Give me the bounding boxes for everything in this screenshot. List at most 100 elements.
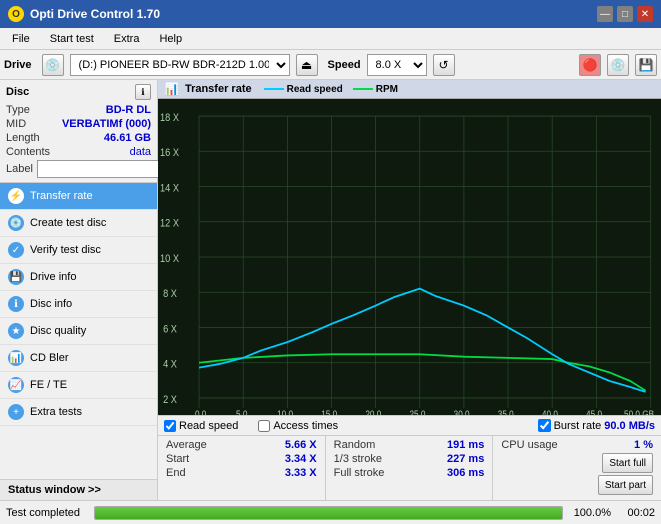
disc-header: Disc ℹ xyxy=(6,84,151,100)
status-text: Test completed xyxy=(6,507,86,519)
close-button[interactable]: ✕ xyxy=(637,6,653,22)
drive-icon-btn[interactable]: 💿 xyxy=(42,54,64,76)
progress-percent: 100.0% xyxy=(571,507,611,519)
refresh-button[interactable]: ↺ xyxy=(433,54,455,76)
read-speed-checkbox-label: Read speed xyxy=(179,420,238,432)
svg-text:12 X: 12 X xyxy=(160,218,179,230)
nav-icon-cd-bler: 📊 xyxy=(8,350,24,366)
stat-cpu-value: 1 % xyxy=(634,439,653,451)
progress-bar-container xyxy=(94,506,563,520)
read-speed-checkbox[interactable] xyxy=(164,420,176,432)
access-times-checkbox-label: Access times xyxy=(273,420,338,432)
stats-col-1: Average 5.66 X Start 3.34 X End 3.33 X xyxy=(158,436,326,500)
title-bar-text: Opti Drive Control 1.70 xyxy=(30,7,160,21)
nav-icon-disc-info: ℹ xyxy=(8,296,24,312)
disc-contents-value: data xyxy=(130,146,151,158)
red-btn[interactable]: 🔴 xyxy=(579,54,601,76)
nav-item-extra-tests[interactable]: + Extra tests xyxy=(0,399,157,426)
nav-item-fe-te[interactable]: 📈 FE / TE xyxy=(0,372,157,399)
nav-label-disc-info: Disc info xyxy=(30,298,72,310)
nav-label-fe-te: FE / TE xyxy=(30,379,67,391)
svg-text:40.0: 40.0 xyxy=(542,409,558,415)
nav-item-disc-info[interactable]: ℹ Disc info xyxy=(0,291,157,318)
maximize-button[interactable]: □ xyxy=(617,6,633,22)
nav-icon-create: 💿 xyxy=(8,215,24,231)
access-times-checkbox[interactable] xyxy=(258,420,270,432)
svg-text:10.0: 10.0 xyxy=(277,409,293,415)
legend-rpm: RPM xyxy=(353,84,398,95)
minimize-button[interactable]: — xyxy=(597,6,613,22)
stat-average-key: Average xyxy=(166,439,207,451)
svg-text:35.0: 35.0 xyxy=(498,409,514,415)
speed-select[interactable]: 8.0 X xyxy=(367,54,427,76)
burst-rate-value: 90.0 MB/s xyxy=(604,420,655,432)
svg-text:8 X: 8 X xyxy=(163,288,177,300)
stats-area: Read speed Access times Burst rate 90.0 … xyxy=(158,415,661,500)
drive-select[interactable]: (D:) PIONEER BD-RW BDR-212D 1.00 xyxy=(70,54,290,76)
nav-label-extra: Extra tests xyxy=(30,406,82,418)
stat-random: Random 191 ms xyxy=(334,439,485,451)
start-full-button[interactable]: Start full xyxy=(602,453,653,473)
checkbox-read-speed[interactable]: Read speed xyxy=(164,420,238,432)
stat-start: Start 3.34 X xyxy=(166,453,317,465)
stat-end-key: End xyxy=(166,467,186,479)
nav-item-disc-quality[interactable]: ★ Disc quality xyxy=(0,318,157,345)
stat-start-part-row: Start part xyxy=(501,475,653,495)
nav-label-drive-info: Drive info xyxy=(30,271,76,283)
menu-file[interactable]: File xyxy=(4,31,38,47)
chart-icon: 📊 xyxy=(164,82,179,96)
svg-text:2 X: 2 X xyxy=(163,394,177,406)
nav-item-cd-bler[interactable]: 📊 CD Bler xyxy=(0,345,157,372)
disc-length-row: Length 46.61 GB xyxy=(6,132,151,144)
legend-read-speed-label: Read speed xyxy=(287,84,343,95)
label-key: Label xyxy=(6,163,33,175)
label-row: Label 🔍 xyxy=(6,160,151,178)
disc-mid-row: MID VERBATIMf (000) xyxy=(6,118,151,130)
menu-start-test[interactable]: Start test xyxy=(42,31,102,47)
status-window-label: Status window >> xyxy=(8,484,101,496)
left-panel: Disc ℹ Type BD-R DL MID VERBATIMf (000) … xyxy=(0,80,158,500)
nav-item-verify-test-disc[interactable]: ✓ Verify test disc xyxy=(0,237,157,264)
chart-title: Transfer rate xyxy=(185,83,252,95)
title-bar-controls: — □ ✕ xyxy=(597,6,653,22)
app-icon: O xyxy=(8,6,24,22)
svg-text:20.0: 20.0 xyxy=(365,409,381,415)
burn-button[interactable]: 💿 xyxy=(607,54,629,76)
burst-rate-checkbox[interactable] xyxy=(538,419,551,432)
speed-label: Speed xyxy=(328,59,361,71)
disc-contents-row: Contents data xyxy=(6,146,151,158)
checkbox-access-times[interactable]: Access times xyxy=(258,420,338,432)
label-input[interactable] xyxy=(37,160,175,178)
save-button[interactable]: 💾 xyxy=(635,54,657,76)
stat-third-stroke-value: 227 ms xyxy=(447,453,484,465)
nav-item-create-test-disc[interactable]: 💿 Create test disc xyxy=(0,210,157,237)
disc-info-btn[interactable]: ℹ xyxy=(135,84,151,100)
nav-item-transfer-rate[interactable]: ⚡ Transfer rate xyxy=(0,183,157,210)
nav-item-drive-info[interactable]: 💾 Drive info xyxy=(0,264,157,291)
bottom-status-bar: Test completed 100.0% 00:02 xyxy=(0,500,661,524)
disc-type-value: BD-R DL xyxy=(106,104,151,116)
eject-button[interactable]: ⏏ xyxy=(296,54,318,76)
stats-grid: Average 5.66 X Start 3.34 X End 3.33 X xyxy=(158,436,661,500)
start-part-button[interactable]: Start part xyxy=(598,475,653,495)
elapsed-time: 00:02 xyxy=(619,507,655,519)
disc-contents-key: Contents xyxy=(6,146,50,158)
nav-label-create: Create test disc xyxy=(30,217,106,229)
svg-text:30.0: 30.0 xyxy=(454,409,470,415)
progress-bar xyxy=(95,507,562,519)
stat-random-key: Random xyxy=(334,439,376,451)
disc-section: Disc ℹ Type BD-R DL MID VERBATIMf (000) … xyxy=(0,80,157,183)
legend-read-speed-color xyxy=(264,88,284,90)
svg-text:15.0: 15.0 xyxy=(321,409,337,415)
menu-help[interactable]: Help xyxy=(151,31,190,47)
disc-title: Disc xyxy=(6,86,29,98)
stat-end-value: 3.33 X xyxy=(285,467,317,479)
legend-rpm-label: RPM xyxy=(376,84,398,95)
menu-extra[interactable]: Extra xyxy=(106,31,148,47)
stat-full-stroke: Full stroke 306 ms xyxy=(334,467,485,479)
disc-type-key: Type xyxy=(6,104,30,116)
nav-label-disc-quality: Disc quality xyxy=(30,325,86,337)
stat-start-key: Start xyxy=(166,453,189,465)
disc-type-row: Type BD-R DL xyxy=(6,104,151,116)
status-window-button[interactable]: Status window >> xyxy=(0,479,157,500)
